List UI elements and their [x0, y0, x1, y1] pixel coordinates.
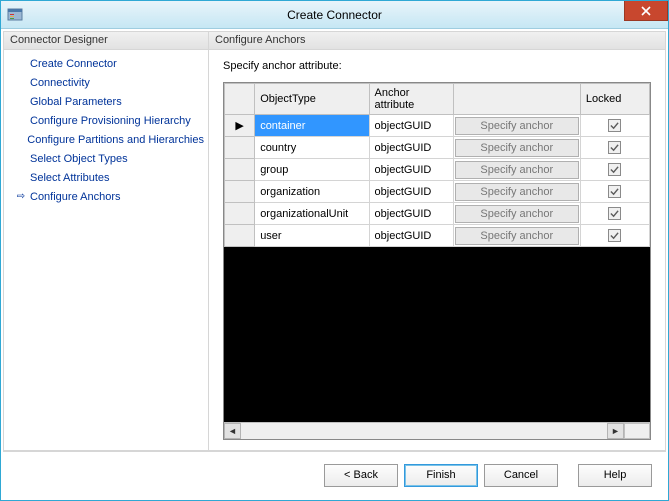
locked-checkbox[interactable] [608, 229, 621, 242]
table-row[interactable]: groupobjectGUIDSpecify anchor [225, 159, 650, 181]
cell-anchorattr[interactable]: objectGUID [369, 225, 453, 247]
content-area: Specify anchor attribute: [209, 50, 665, 450]
cell-anchorattr[interactable]: objectGUID [369, 203, 453, 225]
locked-checkbox[interactable] [608, 141, 621, 154]
table-row[interactable]: organizationalUnitobjectGUIDSpecify anch… [225, 203, 650, 225]
cell-action: Specify anchor [453, 115, 580, 137]
titlebar: Create Connector [1, 1, 668, 29]
cell-anchorattr[interactable]: objectGUID [369, 181, 453, 203]
nav-item-label: Select Attributes [28, 172, 110, 184]
nav-item[interactable]: ⇨Configure Anchors [4, 187, 208, 206]
locked-checkbox[interactable] [608, 185, 621, 198]
nav-item-label: Create Connector [28, 58, 117, 70]
nav-item[interactable]: Create Connector [4, 54, 208, 73]
top-pane: Connector Designer Create Connector Conne… [3, 31, 666, 452]
cell-anchorattr[interactable]: objectGUID [369, 115, 453, 137]
nav-item[interactable]: Select Attributes [4, 168, 208, 187]
col-action[interactable] [453, 84, 580, 115]
nav-item-label: Global Parameters [28, 96, 122, 108]
cell-locked [580, 181, 649, 203]
nav-item-label: Configure Provisioning Hierarchy [28, 115, 191, 127]
specify-anchor-button[interactable]: Specify anchor [455, 205, 579, 223]
table-row[interactable]: ▶containerobjectGUIDSpecify anchor [225, 115, 650, 137]
nav-item-label: Connectivity [28, 77, 90, 89]
cell-objecttype[interactable]: container [255, 115, 369, 137]
specify-anchor-button[interactable]: Specify anchor [455, 139, 579, 157]
cell-objecttype[interactable]: country [255, 137, 369, 159]
scrollbar-corner [624, 423, 650, 439]
content-panel: Configure Anchors Specify anchor attribu… [209, 31, 666, 451]
cell-objecttype[interactable]: organizationalUnit [255, 203, 369, 225]
row-header-cell[interactable]: ▶ [225, 115, 255, 137]
cell-locked [580, 203, 649, 225]
cell-objecttype[interactable]: group [255, 159, 369, 181]
nav-item[interactable]: Configure Partitions and Hierarchies [4, 130, 208, 149]
nav-item-label: Configure Partitions and Hierarchies [25, 134, 204, 146]
nav-panel: Connector Designer Create Connector Conne… [3, 31, 209, 451]
cell-action: Specify anchor [453, 159, 580, 181]
instruction-label: Specify anchor attribute: [223, 60, 651, 72]
cell-anchorattr[interactable]: objectGUID [369, 137, 453, 159]
client-area: Connector Designer Create Connector Conne… [1, 29, 668, 500]
table-row[interactable]: organizationobjectGUIDSpecify anchor [225, 181, 650, 203]
scroll-left-button[interactable]: ◄ [224, 423, 241, 439]
content-panel-header: Configure Anchors [209, 32, 665, 50]
nav-panel-header: Connector Designer [4, 32, 208, 50]
scroll-track[interactable] [241, 423, 607, 439]
nav-item[interactable]: Connectivity [4, 73, 208, 92]
row-header-cell[interactable] [225, 225, 255, 247]
nav-item[interactable]: Global Parameters [4, 92, 208, 111]
cancel-button[interactable]: Cancel [484, 464, 558, 487]
cell-action: Specify anchor [453, 137, 580, 159]
col-objecttype[interactable]: ObjectType [255, 84, 369, 115]
cell-locked [580, 115, 649, 137]
scroll-right-button[interactable]: ► [607, 423, 624, 439]
specify-anchor-button[interactable]: Specify anchor [455, 117, 579, 135]
help-button[interactable]: Help [578, 464, 652, 487]
locked-checkbox[interactable] [608, 163, 621, 176]
specify-anchor-button[interactable]: Specify anchor [455, 161, 579, 179]
wizard-window: Create Connector Connector Designer Crea… [0, 0, 669, 501]
row-header-cell[interactable] [225, 159, 255, 181]
anchor-grid: ObjectType Anchor attribute Locked ▶cont… [223, 82, 651, 440]
cell-objecttype[interactable]: user [255, 225, 369, 247]
cell-action: Specify anchor [453, 181, 580, 203]
locked-checkbox[interactable] [608, 207, 621, 220]
hscrollbar[interactable]: ◄ ► [224, 422, 650, 439]
cell-locked [580, 225, 649, 247]
window-title: Create Connector [1, 8, 668, 22]
col-rowheader [225, 84, 255, 115]
table-row[interactable]: countryobjectGUIDSpecify anchor [225, 137, 650, 159]
locked-checkbox[interactable] [608, 119, 621, 132]
grid-empty-area [224, 247, 650, 422]
col-locked[interactable]: Locked [580, 84, 649, 115]
row-header-cell[interactable] [225, 203, 255, 225]
cell-anchorattr[interactable]: objectGUID [369, 159, 453, 181]
specify-anchor-button[interactable]: Specify anchor [455, 227, 579, 245]
row-header-cell[interactable] [225, 181, 255, 203]
cell-objecttype[interactable]: organization [255, 181, 369, 203]
cell-locked [580, 159, 649, 181]
cell-action: Specify anchor [453, 225, 580, 247]
back-button[interactable]: < Back [324, 464, 398, 487]
anchor-table: ObjectType Anchor attribute Locked ▶cont… [224, 83, 650, 247]
specify-anchor-button[interactable]: Specify anchor [455, 183, 579, 201]
button-bar: < Back Finish Cancel Help [3, 452, 666, 498]
close-button[interactable] [624, 1, 668, 21]
finish-button[interactable]: Finish [404, 464, 478, 487]
table-row[interactable]: userobjectGUIDSpecify anchor [225, 225, 650, 247]
cell-action: Specify anchor [453, 203, 580, 225]
arrow-icon: ⇨ [14, 191, 28, 202]
nav-list: Create Connector Connectivity Global Param… [4, 50, 208, 210]
nav-item[interactable]: Select Object Types [4, 149, 208, 168]
nav-item-label: Configure Anchors [28, 191, 121, 203]
nav-item[interactable]: Configure Provisioning Hierarchy [4, 111, 208, 130]
app-icon [7, 7, 23, 23]
col-anchorattr[interactable]: Anchor attribute [369, 84, 453, 115]
cell-locked [580, 137, 649, 159]
row-header-cell[interactable] [225, 137, 255, 159]
nav-item-label: Select Object Types [28, 153, 128, 165]
